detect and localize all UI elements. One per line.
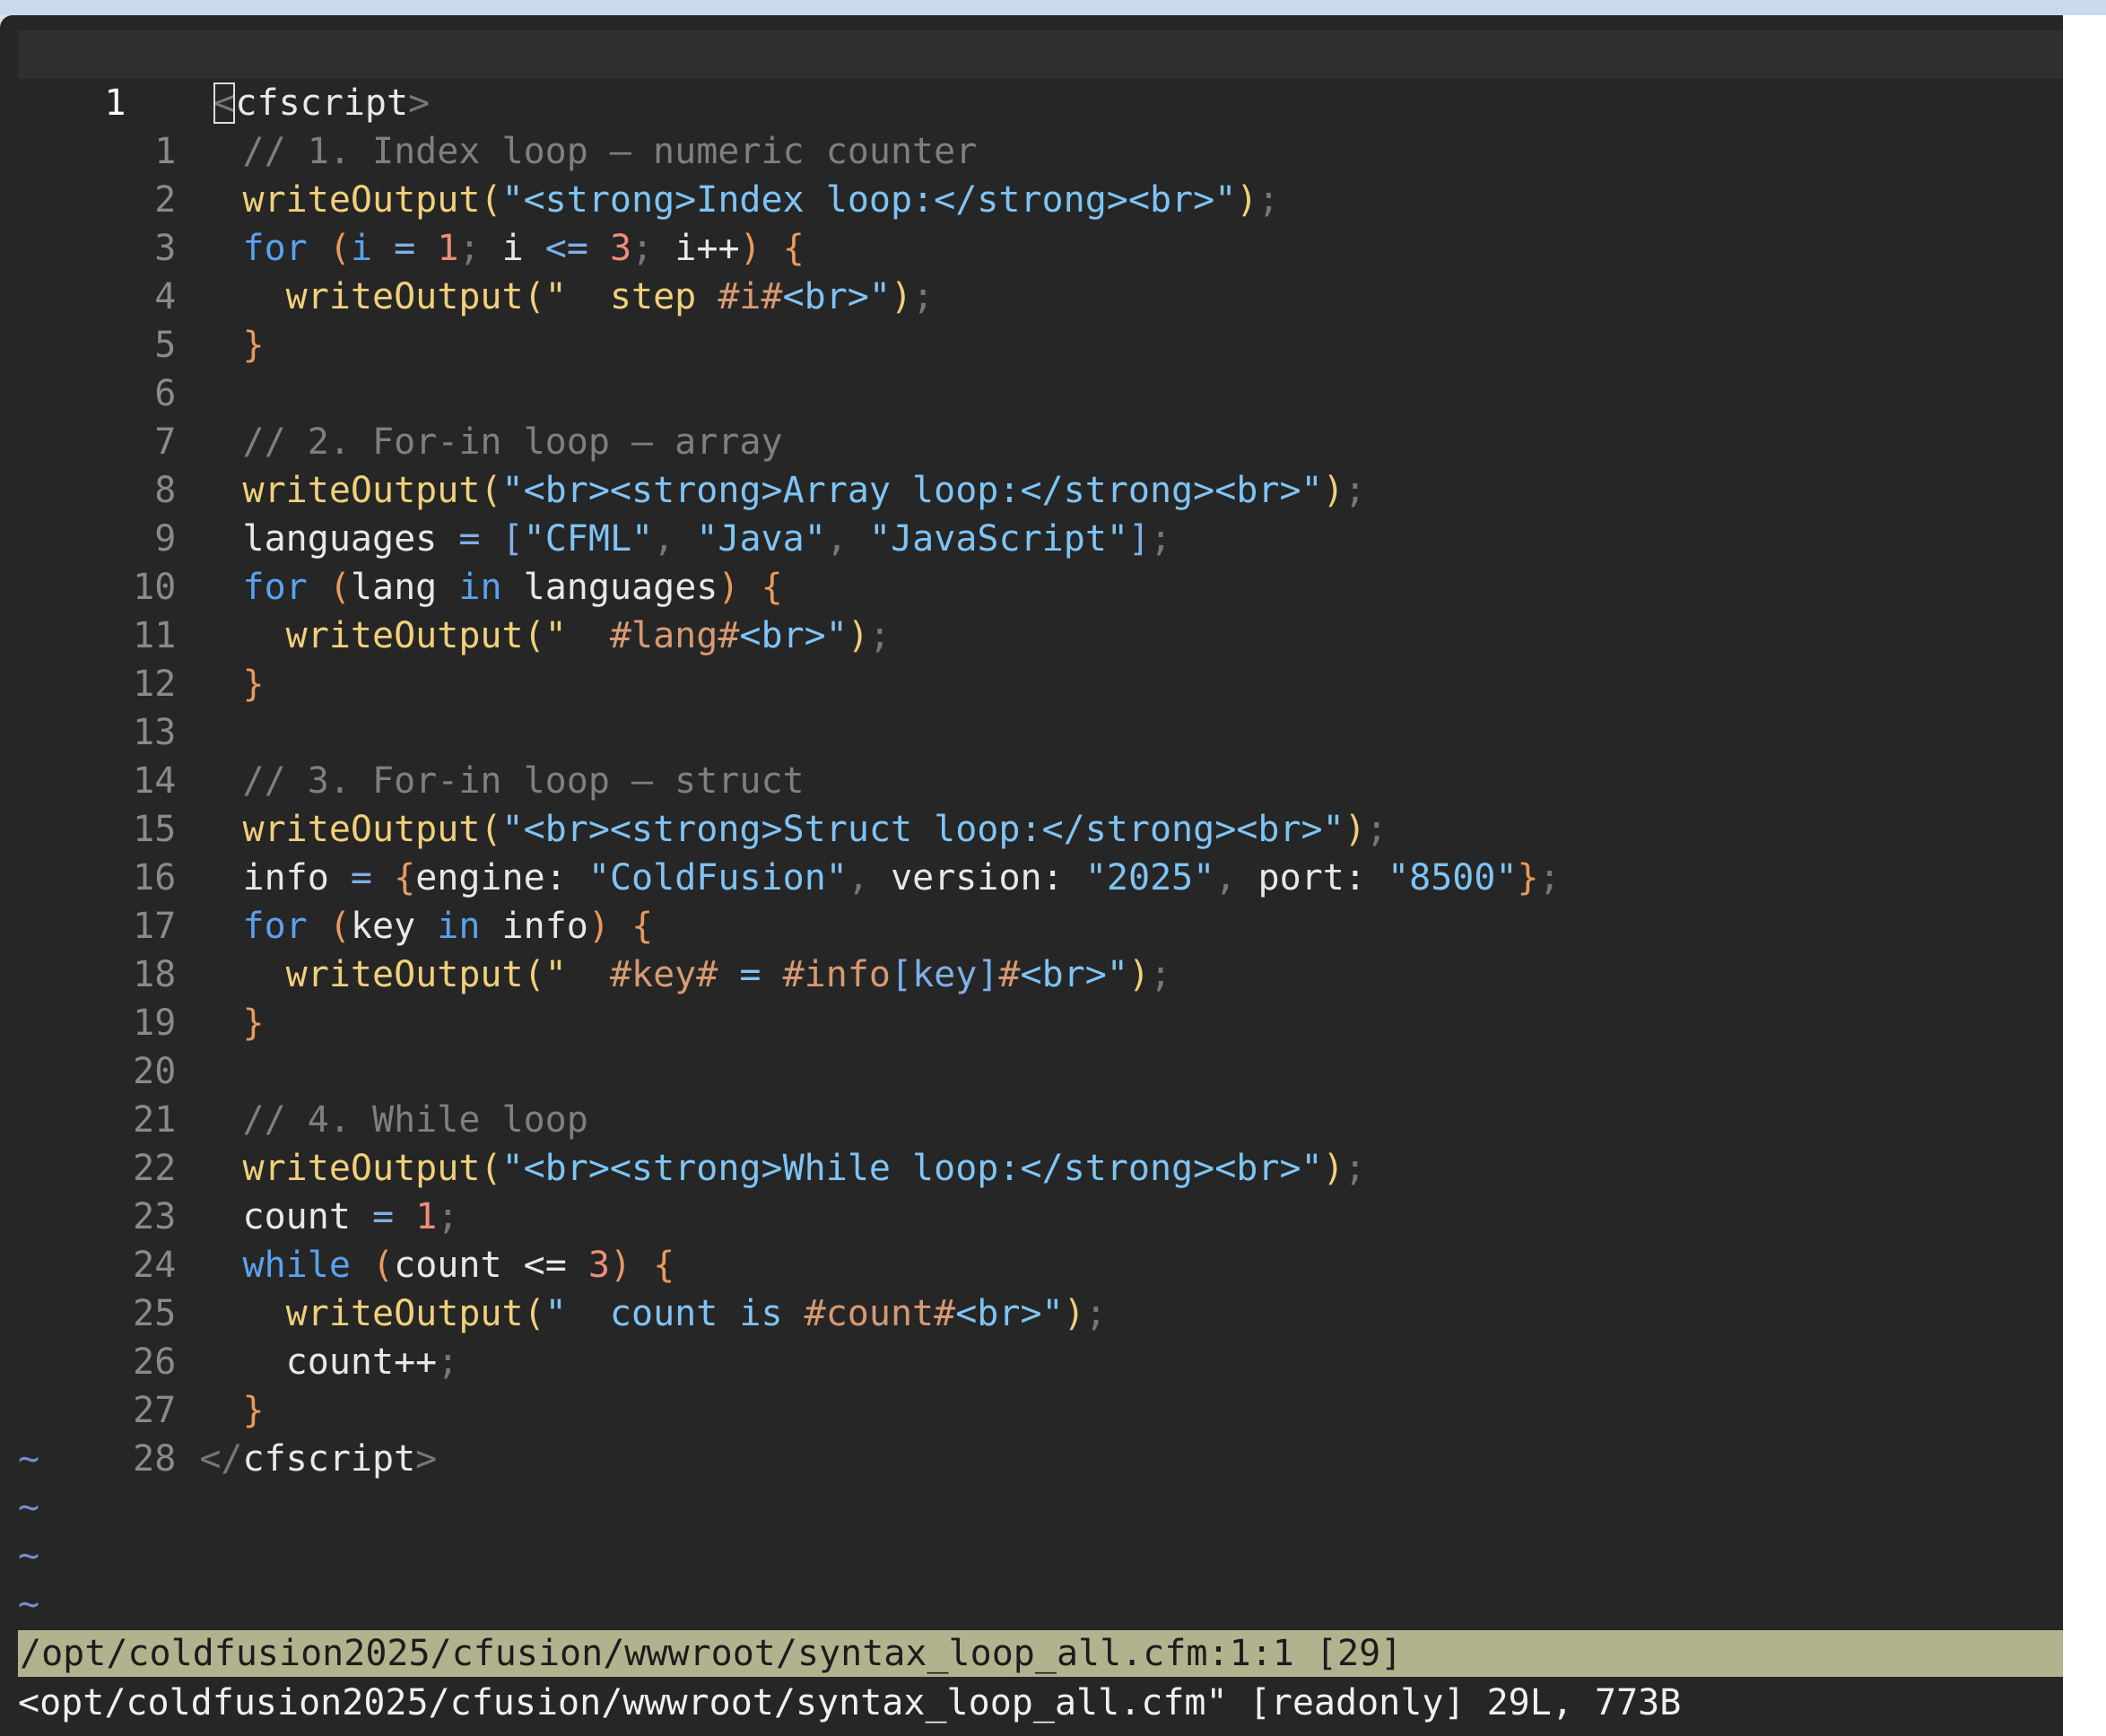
code-line[interactable]: 16 info = {engine: "ColdFusion", version… [18,805,2063,898]
code-line[interactable]: 7 // 2. For-in loop — array [18,369,2063,463]
line-number: 28 [133,1438,177,1480]
code-line[interactable]: 12 } [18,612,2063,705]
window-right-margin [2063,15,2106,1736]
code-line[interactable]: 28 </cfscript> [18,1386,2063,1480]
code-line[interactable]: 5 } [18,273,2063,366]
code-line[interactable]: 15 writeOutput("<br><strong>Struct loop:… [18,757,2063,850]
code-line[interactable]: 14 // 3. For-in loop — struct [18,708,2063,802]
code-line[interactable]: 6 [18,321,2063,414]
code-line[interactable]: 24 while (count <= 3) { [18,1193,2063,1286]
close-tag-name: cfscript [242,1438,416,1480]
empty-line-marker: ~ [18,1535,40,1576]
code-line[interactable]: 26 count++; [18,1289,2063,1383]
code-line[interactable]: 13 [18,660,2063,753]
code-line[interactable]: 10 for (lang in languages) { [18,515,2063,608]
code-line[interactable]: 8 writeOutput("<br><strong>Array loop:</… [18,418,2063,511]
code-line[interactable]: 17 for (key in info) { [18,854,2063,947]
empty-line-marker: ~ [18,1487,40,1528]
code-line[interactable]: 4 writeOutput(" step #i#<br>"); [18,224,2063,317]
vim-editor-buffer[interactable]: 1 <cfscript> 1 // 1. Index loop — numeric… [18,30,2063,1628]
code-line[interactable]: 20 [18,999,2063,1092]
window-top-strip [0,0,2106,15]
code-line[interactable]: 23 count = 1; [18,1144,2063,1237]
status-line: /opt/coldfusion2025/cfusion/wwwroot/synt… [18,1630,2063,1677]
command-line[interactable]: <opt/coldfusion2025/cfusion/wwwroot/synt… [18,1679,2063,1727]
code-line[interactable]: 21 // 4. While loop [18,1047,2063,1141]
code-line[interactable]: 11 writeOutput(" #lang#<br>"); [18,563,2063,656]
code-line[interactable]: 19 } [18,950,2063,1044]
code-line[interactable]: 2 writeOutput("<strong>Index loop:</stro… [18,127,2063,221]
code-line[interactable]: 25 writeOutput(" count is #count#<br>"); [18,1241,2063,1334]
code-line[interactable]: 27 } [18,1338,2063,1431]
code-line-header[interactable]: 1 <cfscript> [18,30,2063,124]
code-line[interactable]: 22 writeOutput("<br><strong>While loop:<… [18,1096,2063,1189]
code-line[interactable]: 3 for (i = 1; i <= 3; i++) { [18,176,2063,269]
code-line[interactable]: 18 writeOutput(" #key# = #info[key]#<br>… [18,902,2063,995]
code-line[interactable]: 9 languages = ["CFML", "Java", "JavaScri… [18,466,2063,560]
code-line[interactable]: 1 // 1. Index loop — numeric counter [18,79,2063,172]
empty-line-marker: ~ [18,1584,40,1625]
